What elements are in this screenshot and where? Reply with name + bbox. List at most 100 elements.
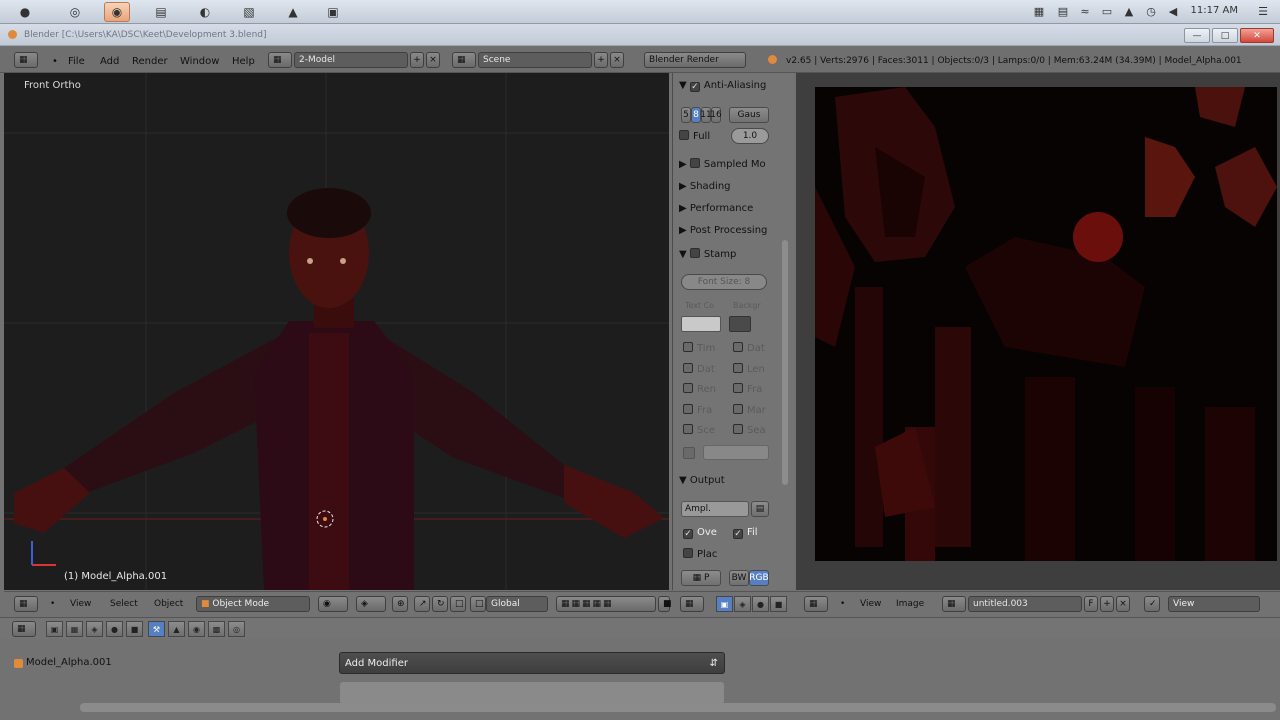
render-engine-select[interactable]: Blender Render xyxy=(644,52,746,68)
stamp-item-3a-checkbox[interactable] xyxy=(683,383,693,393)
font-size-field[interactable]: Font Size: 8 xyxy=(681,274,767,290)
image-editor-type-button[interactable]: ▦ xyxy=(804,596,828,612)
viewport-editor-type-button[interactable]: ▦ xyxy=(14,596,38,612)
volume-tray-icon[interactable]: ◀ xyxy=(1166,4,1180,18)
world-tab-icon[interactable]: ● xyxy=(752,596,769,612)
stamp-item-2b[interactable]: Len xyxy=(733,363,765,375)
aa-samples-5[interactable]: 5 xyxy=(681,107,691,123)
stamp-item-5b[interactable]: Sea xyxy=(733,424,766,436)
props-editor-type-button[interactable]: ▦ xyxy=(12,621,36,637)
stamp-item-5a[interactable]: Sce xyxy=(683,424,715,436)
output-row[interactable]: ▼ Output xyxy=(679,475,725,486)
placeholders-row[interactable]: Plac xyxy=(683,548,717,560)
stamp-item-5b-checkbox[interactable] xyxy=(733,424,743,434)
file-extensions-checkbox[interactable]: ✓ xyxy=(733,529,743,539)
layout-field[interactable]: 2-Model xyxy=(294,52,408,68)
aa-filter-select[interactable]: Gaus xyxy=(729,107,769,123)
wifi-tray-icon[interactable]: ≈ xyxy=(1078,4,1092,18)
properties-editor-type-button[interactable]: ▦ xyxy=(680,596,704,612)
stamp-item-4a-checkbox[interactable] xyxy=(683,404,693,414)
maximize-button[interactable]: □ xyxy=(1212,28,1238,43)
stamp-item-4b[interactable]: Mar xyxy=(733,404,766,416)
anti-aliasing-row[interactable]: ▼ ✓ Anti-Aliasing xyxy=(679,80,766,92)
stamp-date-checkbox[interactable] xyxy=(733,342,743,352)
texture-props-tab-icon[interactable]: ▩ xyxy=(208,621,225,637)
output-path-field[interactable]: Ampl. xyxy=(681,501,749,517)
chrome-icon[interactable]: ◎ xyxy=(62,2,88,22)
viewport-select-menu[interactable]: Select xyxy=(110,599,138,609)
orientation-select[interactable]: Global xyxy=(486,596,548,612)
clock-tray-icon[interactable]: ◷ xyxy=(1144,4,1158,18)
rotate-icon[interactable]: ↻ xyxy=(432,596,448,612)
eject-tray-icon[interactable]: ▲ xyxy=(1122,4,1136,18)
overwrite-row[interactable]: ✓ Ove xyxy=(683,527,717,539)
file-manager-icon[interactable]: ▤ xyxy=(148,2,174,22)
scene-tab-icon[interactable]: ◈ xyxy=(734,596,751,612)
post-processing-row[interactable]: ▶ Post Processing xyxy=(679,225,767,236)
color-bw-button[interactable]: BW xyxy=(729,570,749,586)
apple-icon[interactable]: ● xyxy=(12,2,38,22)
stamp-date-item[interactable]: Dat xyxy=(733,342,765,354)
world-props-tab-icon[interactable]: ● xyxy=(106,621,123,637)
editor-type-button[interactable]: ▦ xyxy=(14,52,38,68)
filter-size-field[interactable]: 1.0 xyxy=(731,128,769,144)
3d-viewport[interactable]: Front Ortho (1) Model_Alpha.001 xyxy=(4,73,669,590)
image-pin-icon[interactable]: ✓ xyxy=(1144,596,1160,612)
physics-props-tab-icon[interactable]: ◎ xyxy=(228,621,245,637)
render-tab-icon[interactable]: ▣ xyxy=(716,596,733,612)
stamp-time-item[interactable]: Tim xyxy=(683,342,715,354)
aa-samples-16[interactable]: 16 xyxy=(710,107,722,123)
stamp-time-checkbox[interactable] xyxy=(683,342,693,352)
stamp-item-2b-checkbox[interactable] xyxy=(733,363,743,373)
properties-scrollbar[interactable] xyxy=(782,240,788,485)
layers-grid[interactable]: ▦▦▦▦▦ xyxy=(556,596,656,612)
battery-tray-icon[interactable]: ▭ xyxy=(1100,4,1114,18)
menu-render[interactable]: Render xyxy=(132,56,168,67)
lock-layers-icon[interactable]: ■ xyxy=(658,596,672,612)
stamp-item-2a-checkbox[interactable] xyxy=(683,363,693,373)
stamp-item-3b-checkbox[interactable] xyxy=(733,383,743,393)
scale-icon[interactable]: □ xyxy=(450,596,466,612)
scene-icon-button[interactable]: ▦ xyxy=(452,52,476,68)
text-color-swatch[interactable] xyxy=(681,316,721,332)
globe-icon[interactable]: ◐ xyxy=(192,2,218,22)
modifier-props-tab-icon[interactable]: ⚒ xyxy=(148,621,165,637)
image-unlink-button[interactable]: × xyxy=(1116,596,1130,612)
image-viewer-icon[interactable]: ▧ xyxy=(236,2,262,22)
stamp-item-2a[interactable]: Dat xyxy=(683,363,715,375)
placeholders-checkbox[interactable] xyxy=(683,548,693,558)
full-sample-row[interactable]: Full xyxy=(679,130,710,142)
material-props-tab-icon[interactable]: ◉ xyxy=(188,621,205,637)
menu-add[interactable]: Add xyxy=(100,56,119,67)
render-props-tab-icon[interactable]: ▣ xyxy=(46,621,63,637)
image-new-button[interactable]: + xyxy=(1100,596,1114,612)
add-modifier-button[interactable]: Add Modifier ⇵ xyxy=(339,652,725,674)
scene-remove-button[interactable]: × xyxy=(610,52,624,68)
viewport-object-menu[interactable]: Object xyxy=(154,599,183,609)
menu-tray-icon[interactable]: ☰ xyxy=(1256,4,1270,18)
translate-icon[interactable]: ↗ xyxy=(414,596,430,612)
stamp-item-3b[interactable]: Fra xyxy=(733,383,762,395)
folder-icon[interactable]: ▤ xyxy=(751,501,769,517)
full-sample-checkbox[interactable] xyxy=(679,130,689,140)
object-tab-icon[interactable]: ■ xyxy=(770,596,787,612)
minimize-button[interactable]: — xyxy=(1184,28,1210,43)
sampled-motion-row[interactable]: ▶ Sampled Mo xyxy=(679,158,766,170)
menu-help[interactable]: Help xyxy=(232,56,255,67)
shading-select[interactable]: ◉ xyxy=(318,596,348,612)
grid-tray-icon[interactable]: ▦ xyxy=(1032,4,1046,18)
manipulator-toggle[interactable]: ⊕ xyxy=(392,596,408,612)
layout-icon-button[interactable]: ▦ xyxy=(268,52,292,68)
image-display-select[interactable]: View xyxy=(1168,596,1260,612)
pivot-select[interactable]: ◈ xyxy=(356,596,386,612)
stamp-item-4b-checkbox[interactable] xyxy=(733,404,743,414)
object-props-tab-icon[interactable]: ■ xyxy=(126,621,143,637)
viewport-view-menu[interactable]: View xyxy=(70,599,91,609)
menu-file[interactable]: File xyxy=(68,56,85,67)
stamp-item-4a[interactable]: Fra xyxy=(683,404,712,416)
layers-props-tab-icon[interactable]: ▦ xyxy=(66,621,83,637)
blender-app-icon[interactable]: ◉ xyxy=(104,2,130,22)
stamp-checkbox[interactable] xyxy=(689,248,700,258)
image-name-field[interactable]: untitled.003 xyxy=(968,596,1082,612)
data-props-tab-icon[interactable]: ▲ xyxy=(168,621,185,637)
